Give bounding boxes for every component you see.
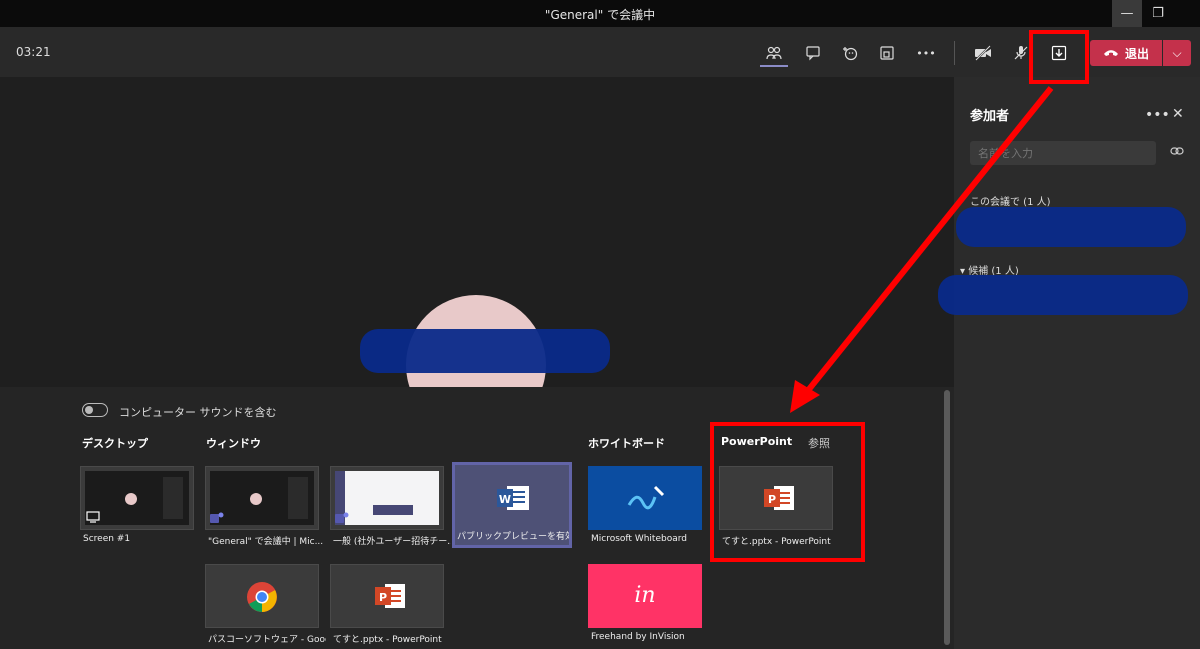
- chevron-down-icon: ⌵: [1172, 45, 1182, 60]
- invision-label: Freehand by InVision: [591, 632, 685, 642]
- window-tile-general-label: "General" で会議中 | Mic...: [208, 537, 324, 547]
- window-tile-general[interactable]: [205, 466, 319, 530]
- window-tile-chrome-label: パスコーソフトウェア - Googl...: [208, 635, 326, 645]
- camera-off-icon: [975, 45, 991, 61]
- powerpoint-file-tile[interactable]: P: [719, 466, 833, 530]
- people-icon: [766, 46, 782, 60]
- breakout-button[interactable]: [873, 41, 901, 65]
- more-actions-button[interactable]: •••: [912, 41, 940, 65]
- share-tray-scrollbar[interactable]: [944, 390, 950, 645]
- restore-button[interactable]: ❐: [1143, 0, 1173, 27]
- share-download-icon: [1051, 45, 1067, 61]
- participant-search-input[interactable]: [970, 141, 1156, 165]
- phone-hangup-icon: [1103, 50, 1118, 56]
- reaction-icon: [843, 47, 858, 61]
- panel-close-button[interactable]: ✕: [1172, 106, 1184, 122]
- window-tile-channel-label: 一般 (社外ユーザー招待チー...: [333, 537, 451, 547]
- meeting-toolbar: 03:21 ••• 退出 ⌵: [0, 27, 1200, 77]
- svg-text:P: P: [768, 493, 776, 506]
- teams-app-icon: [335, 512, 349, 523]
- invision-tile[interactable]: in: [588, 564, 702, 628]
- whiteboard-icon: [627, 485, 665, 510]
- powerpoint-file-label: てすと.pptx - PowerPoint: [722, 537, 831, 547]
- camera-button[interactable]: [969, 41, 997, 65]
- monitor-icon: [86, 511, 100, 523]
- powerpoint-section-title: PowerPoint: [721, 435, 793, 448]
- whiteboard-section-title: ホワイトボード: [588, 437, 665, 450]
- title-bar: "General" で会議中 — ❐: [0, 0, 1200, 27]
- thumbnail-dialog: [373, 505, 413, 515]
- leave-label: 退出: [1124, 46, 1149, 61]
- participants-button[interactable]: [760, 41, 788, 67]
- svg-text:P: P: [379, 591, 387, 604]
- video-stage: [0, 77, 954, 387]
- share-invite-link-button[interactable]: [1170, 145, 1184, 161]
- window-tile-powerpoint[interactable]: P: [330, 564, 444, 628]
- panel-more-button[interactable]: •••: [1145, 107, 1170, 123]
- toolbar-divider: [954, 41, 955, 65]
- screen-share-tile[interactable]: [80, 466, 194, 530]
- thumbnail-avatar: [125, 493, 137, 505]
- leave-button[interactable]: 退出: [1090, 40, 1162, 66]
- desktop-section-title: デスクトップ: [82, 437, 148, 450]
- chrome-icon: [247, 582, 277, 612]
- redaction-scribble: [360, 329, 610, 373]
- leave-dropdown-button[interactable]: ⌵: [1163, 40, 1191, 66]
- screen-share-label: Screen #1: [83, 534, 131, 544]
- link-icon: [1170, 147, 1184, 155]
- mic-off-icon: [1014, 46, 1028, 60]
- computer-sound-label: コンピューター サウンドを含む: [119, 406, 277, 419]
- invision-logo: in: [634, 583, 656, 608]
- whiteboard-label: Microsoft Whiteboard: [591, 534, 687, 544]
- in-meeting-section-header[interactable]: この会議で (1 人): [970, 193, 1051, 208]
- chat-icon: [806, 46, 820, 61]
- call-timer: 03:21: [16, 45, 51, 59]
- chat-button[interactable]: [799, 41, 827, 65]
- window-title: "General" で会議中: [544, 8, 656, 22]
- microphone-button[interactable]: [1007, 41, 1035, 65]
- thumbnail-avatar: [250, 493, 262, 505]
- share-tray: コンピューター サウンドを含む デスクトップ ウィンドウ ホワイトボード Pow…: [0, 387, 954, 649]
- powerpoint-icon: P: [375, 584, 405, 608]
- thumbnail-panel: [288, 477, 308, 519]
- window-tile-word-label: パブリックプレビューを有効に...: [457, 532, 569, 542]
- redaction-scribble: [956, 207, 1186, 247]
- teams-app-icon: [210, 512, 224, 523]
- participants-panel: 参加者 ••• ✕ この会議で (1 人) ▾ 候補 (1 人): [938, 77, 1200, 649]
- window-tile-channel[interactable]: [330, 466, 444, 530]
- breakout-icon: [880, 46, 894, 60]
- redaction-scribble: [938, 275, 1188, 315]
- window-tile-word[interactable]: W パブリックプレビューを有効に...: [452, 462, 572, 548]
- computer-sound-toggle[interactable]: [82, 403, 108, 417]
- svg-text:W: W: [499, 493, 511, 506]
- powerpoint-icon: P: [764, 486, 794, 510]
- panel-title: 参加者: [970, 109, 1010, 124]
- window-thumbnail: [210, 471, 314, 525]
- browse-button[interactable]: 参照: [808, 435, 830, 451]
- screen-thumbnail: [85, 471, 189, 525]
- whiteboard-tile[interactable]: [588, 466, 702, 530]
- window-tile-powerpoint-label: てすと.pptx - PowerPoint: [333, 635, 442, 645]
- reactions-button[interactable]: [836, 41, 864, 65]
- window-tile-chrome[interactable]: [205, 564, 319, 628]
- minimize-button[interactable]: —: [1112, 0, 1142, 27]
- share-tray-button[interactable]: [1045, 41, 1073, 65]
- thumbnail-panel: [163, 477, 183, 519]
- window-section-title: ウィンドウ: [206, 437, 261, 450]
- channel-thumbnail: [335, 471, 439, 525]
- word-icon: W: [497, 486, 529, 510]
